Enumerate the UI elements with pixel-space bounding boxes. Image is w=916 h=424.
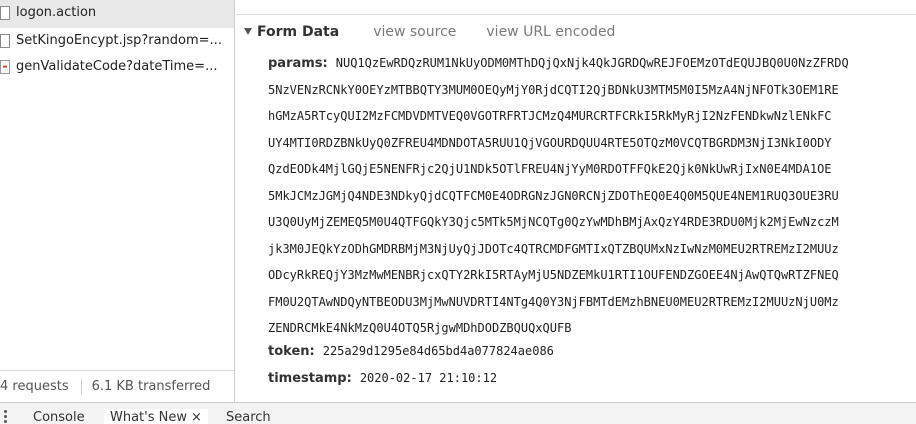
close-icon[interactable]: × [191, 410, 202, 424]
request-list-pane: logon.action SetKingoEncypt.jsp?random=.… [0, 0, 235, 403]
view-source-link[interactable]: view source [373, 24, 456, 40]
network-status-bar: 4 requests 6.1 KB transferred [0, 370, 234, 403]
devtools-network-panel: logon.action SetKingoEncypt.jsp?random=.… [0, 0, 916, 424]
status-divider [80, 378, 82, 395]
document-icon [0, 34, 10, 48]
clipped-header-strip [236, 0, 916, 15]
request-row-setkingoencypt[interactable]: SetKingoEncypt.jsp?random=... [0, 28, 234, 54]
token-field: token: 225a29d1295e84d65bd4a077824ae086 [268, 337, 554, 363]
request-list: logon.action SetKingoEncypt.jsp?random=.… [0, 0, 234, 80]
params-line: QzdEODk4MjlGQjE5NENFRjc2QjU1NDk5OTlFREU4… [268, 162, 832, 176]
request-count: 4 requests [0, 379, 69, 394]
timestamp-key: timestamp: [268, 371, 352, 386]
token-key: token: [268, 344, 315, 359]
params-line: hGMzA5RTcyQUI2MzFCMDVDMTVEQ0VGOTRFRTJCMz… [268, 109, 832, 123]
expand-triangle-icon[interactable] [244, 27, 252, 35]
token-value: 225a29d1295e84d65bd4a077824ae086 [322, 344, 554, 358]
tab-whats-new[interactable]: What's New × [104, 409, 208, 424]
image-icon: ▬ [0, 60, 10, 74]
params-line: UY4MTI0RDZBNkUyQ0ZFREU4MDNDOTA5RUU1QjVGO… [268, 135, 832, 150]
request-name: SetKingoEncypt.jsp?random=... [16, 33, 222, 48]
params-line: 5NzVENzRCNkY0OEYzMTBBQTY3MUM0OEQyMjY0Rjd… [268, 82, 839, 97]
params-field: params: NUQ1QzEwRDQzRUM1NkUyODM0MThDQjQxN… [268, 50, 916, 342]
request-name: genValidateCode?dateTime=... [16, 59, 218, 74]
params-value: NUQ1QzEwRDQzRUM1NkUyODM0MThDQjQxNjk4QkJG… [335, 56, 849, 70]
params-line: 5MkJCMzJGMjQ4NDE3NDkyQjdCQTFCM0E4ODRGNzJ… [268, 188, 839, 203]
view-url-encoded-link[interactable]: view URL encoded [486, 24, 615, 40]
tab-console[interactable]: Console [33, 409, 85, 424]
tab-search[interactable]: Search [226, 409, 271, 424]
params-line: jk3M0JEQkYzODhGMDRBMjM3NjUyQjJDOTc4QTRCM… [268, 241, 839, 256]
transferred-size: 6.1 KB transferred [91, 379, 211, 394]
document-icon [0, 6, 10, 20]
tab-whats-new-label: What's New [110, 410, 187, 424]
form-data-title: Form Data [257, 24, 340, 40]
drawer-menu-icon[interactable] [4, 410, 7, 424]
timestamp-field: timestamp: 2020-02-17 21:10:12 [268, 364, 497, 390]
params-line: U3Q0UyMjZEMEQ5M0U4QTFGQkY3Qjc5MTk5MjNCQT… [268, 215, 839, 229]
request-row-genvalidatecode[interactable]: ▬ genValidateCode?dateTime=... [0, 54, 234, 80]
params-line: FM0U2QTAwNDQyNTBEODU3MjMwNUVDRTI4NTg4Q0Y… [268, 294, 839, 309]
timestamp-value: 2020-02-17 21:10:12 [359, 371, 498, 385]
params-key: params: [268, 56, 328, 71]
params-line: ODcyRkREQjY3MzMwMENBRjcxQTY2RkI5RTAyMjU5… [268, 268, 839, 282]
request-detail-pane: Form Data view source view URL encoded par… [236, 0, 916, 402]
drawer-tab-bar: Console What's New × Search [0, 402, 916, 424]
request-name: logon.action [16, 5, 97, 20]
params-line: params: NUQ1QzEwRDQzRUM1NkUyODM0MThDQjQxN… [268, 50, 916, 77]
form-data-header[interactable]: Form Data view source view URL encoded [244, 20, 615, 44]
request-row-logon[interactable]: logon.action [0, 0, 234, 28]
